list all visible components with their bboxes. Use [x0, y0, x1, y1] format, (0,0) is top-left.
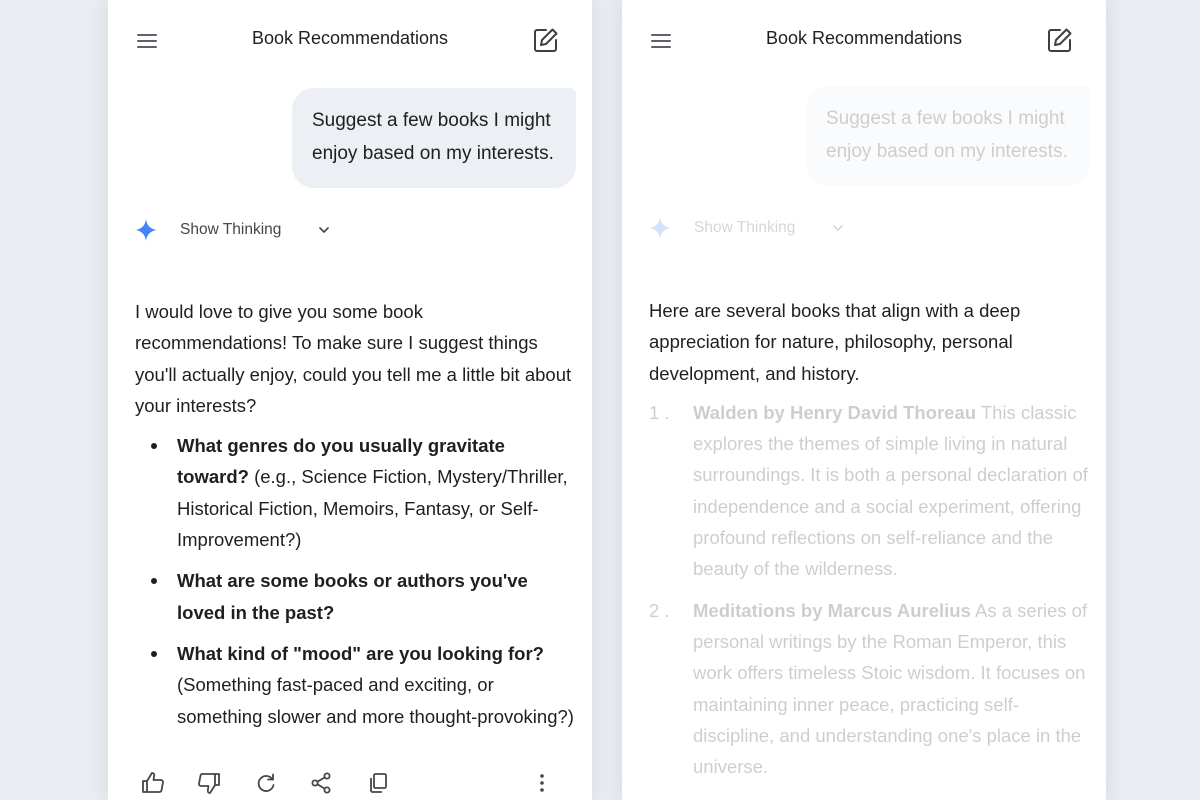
- question-bold: What are some books or authors you've lo…: [177, 570, 528, 623]
- more-vert-icon[interactable]: [529, 770, 555, 796]
- book-description: As a series of personal writings by the …: [693, 599, 1088, 778]
- chevron-down-icon: [319, 227, 329, 233]
- chat-panel-right: Book Recommendations Suggest a few books…: [622, 0, 1106, 800]
- gemini-sparkle-icon: [135, 219, 157, 241]
- book-description: This classic explores the themes of simp…: [693, 401, 1088, 580]
- top-bar: Book Recommendations: [108, 0, 592, 82]
- copy-icon[interactable]: [365, 770, 391, 796]
- chat-title: Book Recommendations: [765, 28, 963, 48]
- list-item: What are some books or authors you've lo…: [135, 565, 575, 628]
- book-list: 1 . Walden by Henry David Thoreau This cl…: [649, 397, 1089, 783]
- response-intro: Here are several books that align with a…: [649, 300, 1021, 384]
- question-detail: (Something fast-paced and exciting, or s…: [177, 674, 574, 727]
- show-thinking-toggle[interactable]: Show Thinking: [648, 214, 868, 242]
- top-bar: Book Recommendations: [622, 0, 1106, 82]
- show-thinking-toggle[interactable]: Show Thinking: [134, 216, 354, 244]
- question-list: What genres do you usually gravitate tow…: [135, 430, 575, 732]
- show-thinking-label: Show Thinking: [180, 221, 282, 238]
- chat-panel-left: Book Recommendations Suggest a few books…: [108, 0, 592, 800]
- book-title: Meditations by Marcus Aurelius: [693, 599, 971, 621]
- chevron-down-icon: [833, 225, 843, 231]
- new-chat-edit-icon[interactable]: [1046, 26, 1074, 54]
- regenerate-icon[interactable]: [253, 770, 279, 796]
- list-item: What kind of "mood" are you looking for?…: [135, 638, 575, 732]
- share-icon[interactable]: [308, 770, 334, 796]
- chat-title: Book Recommendations: [251, 28, 449, 48]
- model-response: I would love to give you some book recom…: [135, 296, 575, 742]
- list-number: 2 .: [649, 599, 670, 621]
- list-item: What genres do you usually gravitate tow…: [135, 430, 575, 555]
- response-actions-bar: [108, 768, 592, 800]
- list-number: 1 .: [649, 401, 670, 423]
- question-bold: What kind of "mood" are you looking for?: [177, 642, 544, 664]
- user-message-bubble: Suggest a few books I might enjoy based …: [292, 88, 576, 188]
- new-chat-edit-icon[interactable]: [532, 26, 560, 54]
- list-item: 1 . Walden by Henry David Thoreau This cl…: [649, 397, 1089, 585]
- book-title: Walden by Henry David Thoreau: [693, 401, 977, 423]
- model-response: Here are several books that align with a…: [649, 295, 1089, 792]
- list-item: 2 . Meditations by Marcus Aurelius As a s…: [649, 595, 1089, 783]
- thumbs-down-icon[interactable]: [196, 770, 222, 796]
- thumbs-up-icon[interactable]: [140, 770, 166, 796]
- show-thinking-label: Show Thinking: [694, 219, 796, 236]
- gemini-sparkle-icon: [649, 217, 671, 239]
- response-intro: I would love to give you some book recom…: [135, 301, 572, 416]
- user-message-bubble: Suggest a few books I might enjoy based …: [806, 86, 1090, 186]
